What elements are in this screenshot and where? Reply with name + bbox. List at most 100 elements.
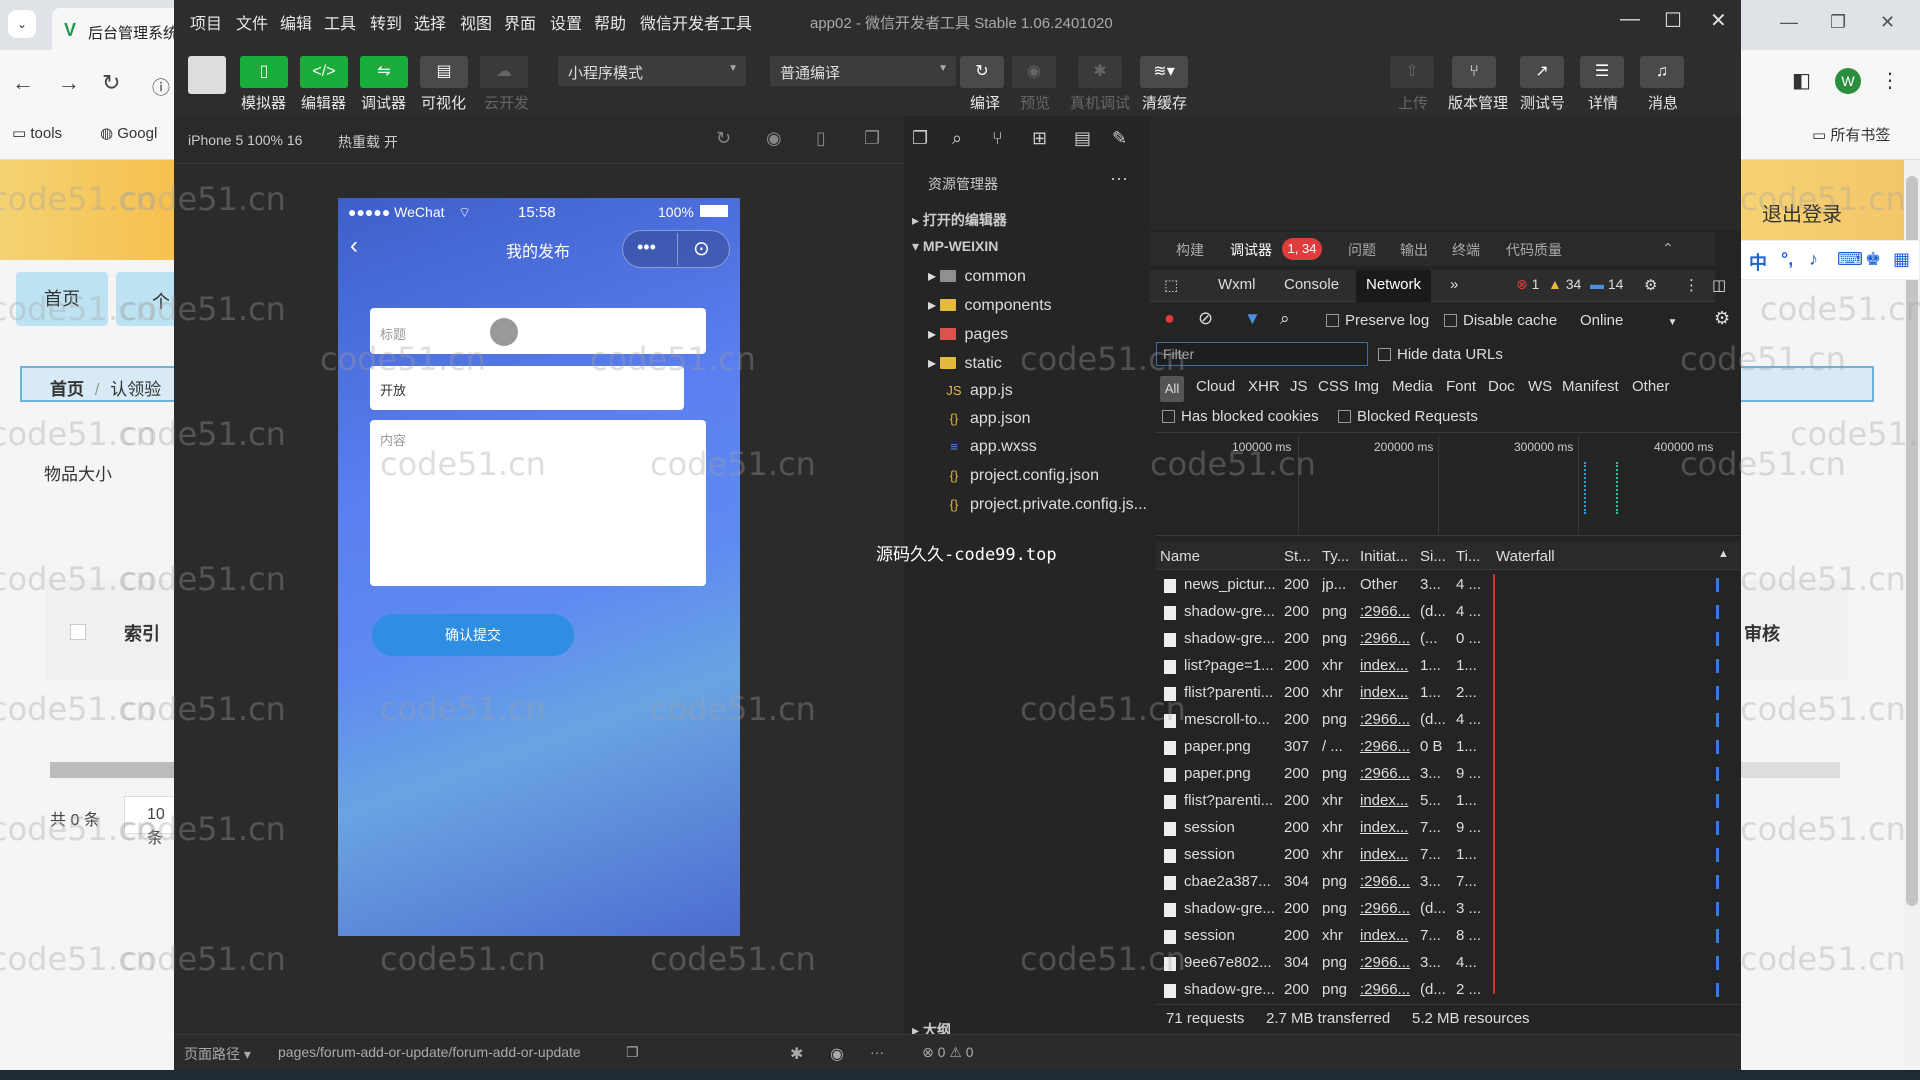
- table-row[interactable]: mescroll-to... 200 png:2966... (d... 4 ...: [1156, 707, 1740, 734]
- cell-initiator[interactable]: :2966...: [1360, 981, 1416, 998]
- eye-icon[interactable]: ◉: [830, 1044, 844, 1064]
- cloud-button[interactable]: ☁: [480, 56, 528, 88]
- menu-edit[interactable]: 编辑: [280, 10, 312, 34]
- preserve-log-checkbox[interactable]: Preserve log: [1326, 312, 1429, 329]
- menu-select[interactable]: 选择: [414, 10, 446, 34]
- nav-personal-button[interactable]: 个: [116, 272, 176, 326]
- table-row[interactable]: shadow-gre... 200 png:2966... (d... 3 ...: [1156, 896, 1740, 923]
- type-filter-media[interactable]: Media: [1392, 378, 1433, 395]
- warning-count[interactable]: ▲ 34: [1548, 276, 1581, 292]
- cell-initiator[interactable]: index...: [1360, 927, 1416, 944]
- menu-settings[interactable]: 设置: [550, 10, 582, 34]
- device-select[interactable]: iPhone 5 100% 16: [188, 132, 302, 148]
- preview-button[interactable]: ◉: [1012, 56, 1056, 88]
- menu-tools[interactable]: 工具: [324, 10, 356, 34]
- cell-initiator[interactable]: :2966...: [1360, 738, 1416, 755]
- clear-icon[interactable]: ⊘: [1198, 308, 1213, 329]
- tab-network[interactable]: Network: [1356, 270, 1432, 302]
- menu-help[interactable]: 帮助: [594, 10, 626, 34]
- table-row[interactable]: cbae2a387... 304 png:2966... 3... 7...: [1156, 869, 1740, 896]
- multi-window-icon[interactable]: ❐: [864, 128, 880, 149]
- table-row[interactable]: session 200 xhr index... 7... 1...: [1156, 842, 1740, 869]
- settings-gear-icon[interactable]: ⚙: [1644, 276, 1657, 294]
- filter-input[interactable]: Filter: [1156, 342, 1368, 366]
- tab-terminal[interactable]: 终端: [1452, 240, 1480, 260]
- column-name[interactable]: Name: [1160, 548, 1200, 565]
- tab-problems[interactable]: 问题: [1348, 240, 1376, 260]
- ime-skin-icon[interactable]: ♚: [1865, 249, 1881, 270]
- tab-console[interactable]: Console: [1284, 276, 1339, 293]
- search-icon[interactable]: ⌕: [1280, 309, 1290, 329]
- messages-button[interactable]: ♫: [1640, 56, 1684, 88]
- blocked-cookies-checkbox[interactable]: Has blocked cookies: [1162, 408, 1319, 425]
- table-row[interactable]: news_pictur... 200 jp... Other 3... 4 ...: [1156, 572, 1740, 599]
- compile-button[interactable]: ↻: [960, 56, 1004, 88]
- type-filter-xhr[interactable]: XHR: [1248, 378, 1280, 395]
- site-info-icon[interactable]: ⓘ: [152, 74, 170, 100]
- column-waterfall[interactable]: Waterfall: [1496, 548, 1555, 565]
- column-time[interactable]: Ti...: [1456, 548, 1480, 565]
- version-button[interactable]: ⑂: [1452, 56, 1496, 88]
- bookmark-google[interactable]: ◍ Googl: [100, 124, 157, 142]
- open-select[interactable]: 开放: [370, 366, 684, 410]
- error-count[interactable]: ⊗ 1: [1516, 276, 1539, 293]
- page-path-select[interactable]: 页面路径 ▾: [184, 1044, 251, 1064]
- menu-goto[interactable]: 转到: [370, 10, 402, 34]
- nav-home-button[interactable]: 首页: [16, 272, 108, 326]
- cell-initiator[interactable]: :2966...: [1360, 711, 1416, 728]
- file-app-wxss[interactable]: ≡ app.wxss: [946, 438, 1037, 456]
- minimize-icon[interactable]: —: [1620, 8, 1640, 31]
- tab-wxml[interactable]: Wxml: [1218, 276, 1256, 293]
- table-scrollbar[interactable]: [50, 762, 176, 778]
- ime-mic-icon[interactable]: ♪: [1809, 249, 1818, 270]
- tab-build[interactable]: 构建: [1176, 240, 1204, 260]
- cell-initiator[interactable]: :2966...: [1360, 765, 1416, 782]
- open-editors-section[interactable]: ▸ 打开的编辑器: [912, 210, 1007, 230]
- hide-data-urls-checkbox[interactable]: Hide data URLs: [1378, 346, 1503, 363]
- folder-common[interactable]: ▸ common: [928, 266, 1026, 286]
- rotate-icon[interactable]: ↻: [716, 128, 731, 149]
- throttle-select[interactable]: Online ▼: [1580, 312, 1677, 329]
- browser-close-icon[interactable]: ✕: [1880, 12, 1895, 33]
- menu-interface[interactable]: 界面: [504, 10, 536, 34]
- table-row[interactable]: flist?parenti... 200 xhr index... 1... 2...: [1156, 680, 1740, 707]
- project-section[interactable]: ▾ MP-WEIXIN: [912, 238, 998, 255]
- hot-reload-toggle[interactable]: 热重载 开: [338, 132, 398, 152]
- folder-components[interactable]: ▸ components: [928, 295, 1052, 315]
- sort-up-icon[interactable]: ▲: [1718, 548, 1729, 560]
- tab-debugger[interactable]: 调试器: [1230, 240, 1272, 260]
- phone-icon[interactable]: ▯: [816, 128, 826, 149]
- type-filter-img[interactable]: Img: [1354, 378, 1379, 395]
- column-initiator[interactable]: Initiat...: [1360, 548, 1408, 565]
- file-project-config[interactable]: {} project.config.json: [946, 467, 1099, 485]
- editor-button[interactable]: </>: [300, 56, 348, 88]
- cell-initiator[interactable]: index...: [1360, 684, 1416, 701]
- cell-initiator[interactable]: :2966...: [1360, 900, 1416, 917]
- mode-select[interactable]: 小程序模式 ▼: [558, 56, 746, 86]
- maximize-icon[interactable]: ☐: [1664, 8, 1682, 33]
- close-mini-icon[interactable]: ⊙: [693, 236, 710, 261]
- files-icon[interactable]: ❐: [912, 128, 928, 149]
- source-control-icon[interactable]: ⑂: [992, 128, 1003, 149]
- table-row[interactable]: flist?parenti... 200 xhr index... 5... 1...: [1156, 788, 1740, 815]
- column-type[interactable]: Ty...: [1322, 548, 1349, 565]
- menu-project[interactable]: 项目: [190, 10, 222, 34]
- bookmark-tools[interactable]: ▭ tools: [12, 124, 62, 142]
- tab-output[interactable]: 输出: [1400, 240, 1428, 260]
- dock-icon[interactable]: ◫: [1712, 276, 1726, 294]
- folder-pages[interactable]: ▸ pages: [928, 324, 1008, 344]
- type-filter-css[interactable]: CSS: [1318, 378, 1349, 395]
- menu-wechat-devtools[interactable]: 微信开发者工具: [640, 10, 752, 34]
- browser-minimize-icon[interactable]: —: [1780, 12, 1798, 33]
- cell-initiator[interactable]: :2966...: [1360, 954, 1416, 971]
- cell-initiator[interactable]: index...: [1360, 819, 1416, 836]
- copy-icon[interactable]: ❐: [626, 1044, 639, 1061]
- column-size[interactable]: Si...: [1420, 548, 1446, 565]
- more-tabs-icon[interactable]: »: [1450, 276, 1458, 293]
- page-scrollbar-thumb[interactable]: [1906, 176, 1918, 906]
- cell-initiator[interactable]: index...: [1360, 792, 1416, 809]
- cell-initiator[interactable]: :2966...: [1360, 630, 1416, 647]
- table-row[interactable]: shadow-gre... 200 png:2966... (d... 4 ...: [1156, 599, 1740, 626]
- type-filter-doc[interactable]: Doc: [1488, 378, 1515, 395]
- more-icon[interactable]: •••: [637, 237, 656, 258]
